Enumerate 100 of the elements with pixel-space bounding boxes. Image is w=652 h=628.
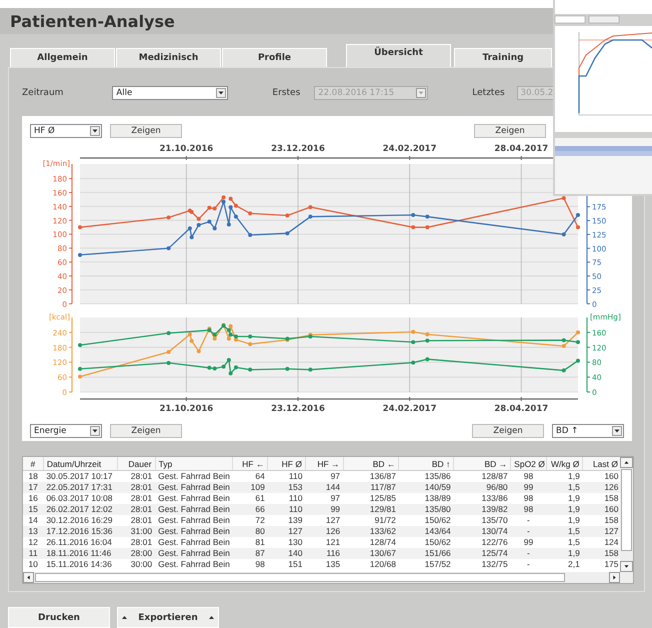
data-point: [166, 350, 171, 354]
tab[interactable]: Allgemein: [10, 48, 115, 67]
dropdown[interactable]: Energie: [30, 424, 102, 438]
data-point: [248, 211, 252, 216]
table-cell: 26.11.2016 16:04: [43, 537, 118, 548]
axis-label: 28.04.2017: [494, 144, 548, 154]
dropdown[interactable]: Alle: [112, 86, 228, 100]
data-point: [196, 223, 201, 227]
table-cell: 12: [23, 537, 44, 548]
tab[interactable]: Medizinisch: [116, 48, 221, 67]
data-point: [228, 196, 233, 201]
data-point: [212, 226, 217, 230]
table-cell: 160: [582, 504, 620, 515]
table-cell: 1,9: [546, 548, 583, 559]
data-point: [562, 338, 566, 342]
column-header[interactable]: W/kg Ø: [546, 457, 583, 470]
show-button[interactable]: Zeigen: [110, 124, 182, 138]
table-cell: 61: [232, 493, 268, 504]
table-cell: 121: [305, 537, 344, 548]
table-cell: 99: [305, 504, 344, 515]
data-point: [190, 338, 194, 343]
field-label: Erstes: [272, 88, 300, 98]
table-cell: 11: [23, 548, 44, 559]
tab[interactable]: Profile: [222, 48, 327, 67]
tab[interactable]: Übersicht: [346, 44, 451, 67]
table-cell: 10: [23, 559, 44, 570]
field-label: Letztes: [472, 88, 505, 98]
table-cell: 30.05.2017 10:17: [43, 470, 118, 482]
tab[interactable]: Training: [454, 48, 552, 67]
table-cell: 158: [582, 515, 620, 526]
column-header[interactable]: #: [23, 457, 44, 470]
table-cell: 31:00: [117, 526, 156, 537]
table-cell: 1,5: [546, 482, 583, 493]
table-cell: 1,5: [546, 526, 583, 537]
table-cell: 133/86: [454, 493, 511, 504]
table-cell: 99: [510, 482, 546, 493]
table-cell: 28:01: [117, 504, 156, 515]
data-point: [308, 205, 312, 210]
table-cell: 125/74: [454, 548, 511, 559]
dropdown[interactable]: BD ↑: [552, 424, 624, 438]
table-cell: 15: [23, 504, 44, 515]
table-cell: -: [510, 526, 546, 537]
column-header[interactable]: HF →: [305, 457, 344, 470]
table-cell: 127: [268, 526, 306, 537]
column-header[interactable]: SpO2 Ø: [510, 457, 546, 470]
print-button[interactable]: Drucken: [8, 607, 110, 628]
data-point: [411, 225, 416, 230]
dropdown[interactable]: HF Ø: [30, 124, 102, 138]
table-cell: 138/89: [398, 493, 454, 504]
caret-icon: [90, 426, 100, 436]
table-cell: 64: [232, 470, 268, 482]
column-header[interactable]: Typ: [155, 457, 232, 470]
table-cell: 139/82: [454, 504, 511, 515]
column-header[interactable]: BD ←: [343, 457, 399, 470]
data-point: [425, 225, 430, 230]
column-header[interactable]: Last Ø: [582, 457, 620, 470]
data-point: [248, 232, 252, 237]
scrollbar[interactable]: [23, 572, 620, 583]
table-cell: 91/72: [343, 515, 399, 526]
table-cell: 143/64: [398, 526, 454, 537]
table-cell: 122/76: [454, 537, 511, 548]
data-point: [562, 368, 566, 372]
table-cell: 117/87: [343, 482, 399, 493]
table-cell: Gest. Fahrrad Bein: [155, 482, 232, 493]
axis-label: 21.10.2016: [159, 404, 214, 414]
column-header[interactable]: BD →: [454, 457, 511, 470]
scrollbar[interactable]: [620, 457, 633, 572]
table-cell: 17.12.2016 15:36: [43, 526, 118, 537]
export-button[interactable]: Exportieren: [117, 607, 219, 628]
column-header[interactable]: Dauer: [117, 457, 156, 470]
table-cell: 136/87: [343, 470, 399, 482]
column-header[interactable]: Datum/Uhrzeit: [43, 457, 118, 470]
table-cell: 2,1: [546, 559, 583, 570]
column-header[interactable]: BD ↑: [398, 457, 454, 470]
table-cell: 109: [232, 482, 268, 493]
table-cell: Gest. Fahrrad Bein: [155, 559, 232, 570]
table-cell: 160: [582, 470, 620, 482]
data-point: [196, 349, 201, 354]
scroll-left-icon[interactable]: [23, 572, 34, 583]
table-cell: 28:01: [117, 470, 156, 482]
table-cell: 81: [232, 537, 268, 548]
table-cell: 150/62: [398, 537, 454, 548]
data-point: [425, 357, 430, 362]
table-cell: 97: [305, 493, 344, 504]
scroll-right-icon[interactable]: [609, 572, 620, 583]
scroll-down-icon[interactable]: [620, 561, 633, 572]
table-cell: 110: [268, 470, 306, 482]
table-cell: 06.03.2017 10:08: [43, 493, 118, 504]
data-point: [222, 364, 226, 369]
data-point: [562, 344, 566, 348]
table-cell: 17: [23, 482, 44, 493]
show-button[interactable]: Zeigen: [110, 424, 182, 438]
show-button[interactable]: Zeigen: [474, 124, 546, 138]
data-point: [78, 343, 82, 348]
show-button[interactable]: Zeigen: [472, 424, 544, 438]
table-cell: 132/75: [454, 559, 511, 570]
column-header[interactable]: HF ←: [232, 457, 268, 470]
column-header[interactable]: HF Ø: [268, 457, 306, 470]
table-cell: 14: [23, 515, 44, 526]
scroll-up-icon[interactable]: [620, 457, 633, 468]
